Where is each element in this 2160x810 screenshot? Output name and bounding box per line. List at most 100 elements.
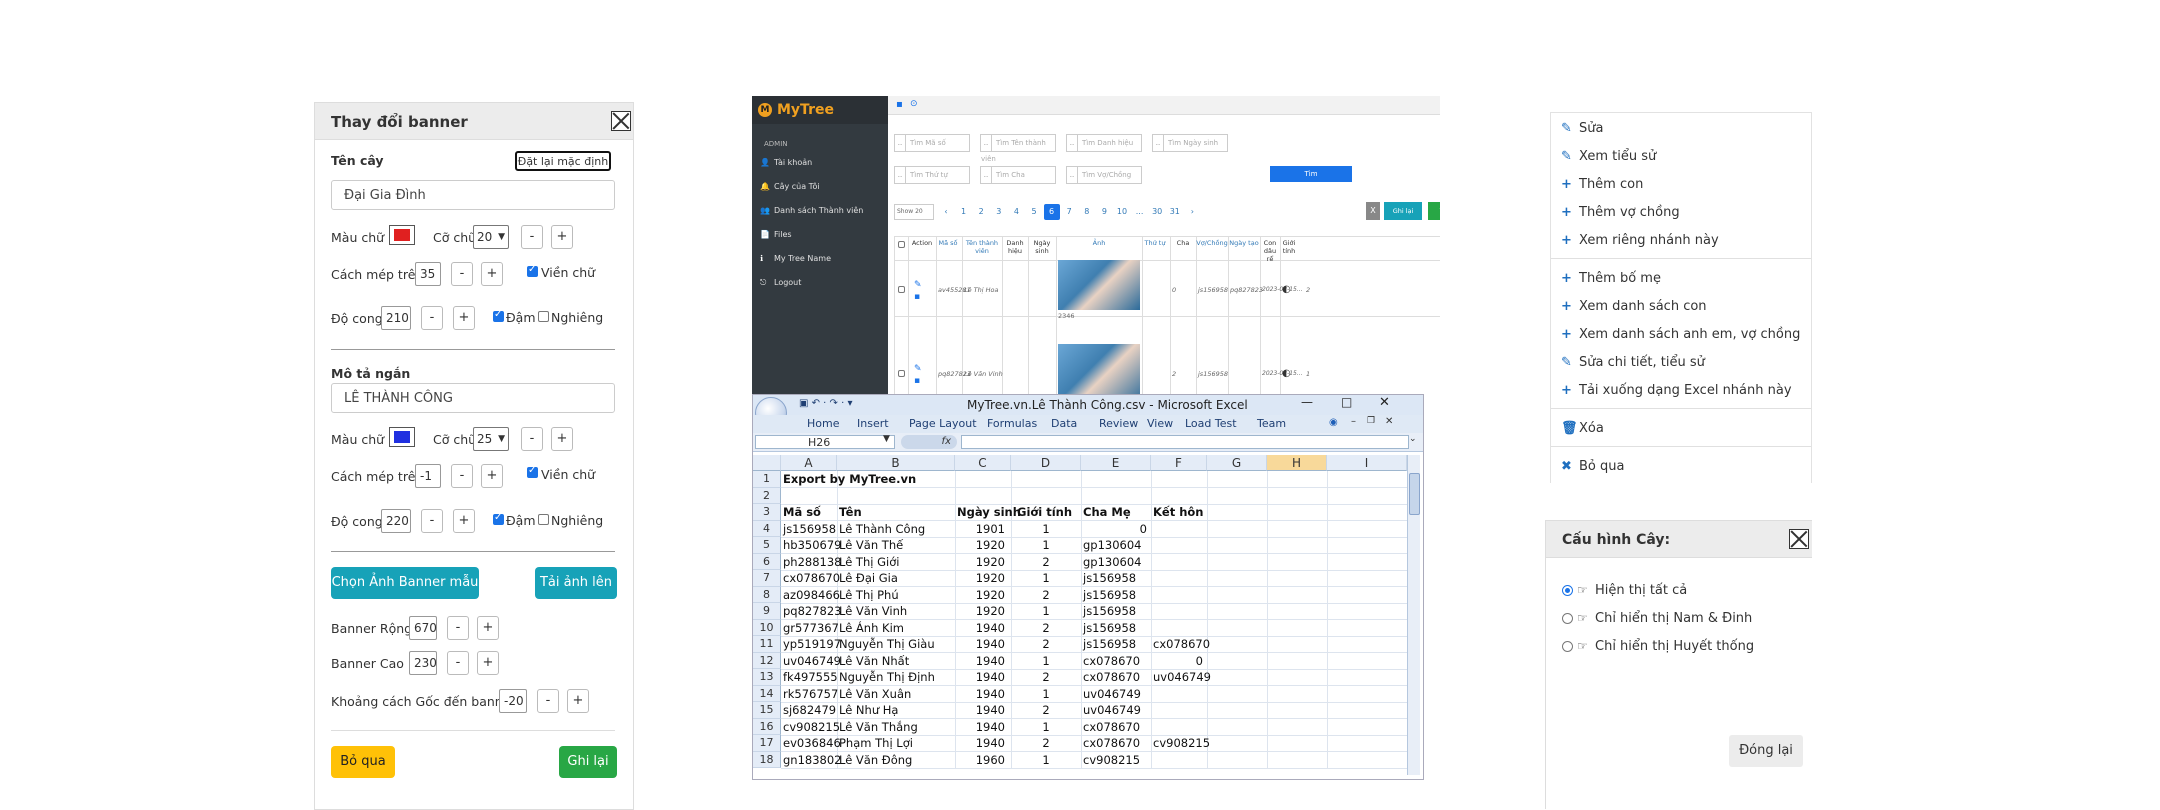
cell-c[interactable]: 1920 xyxy=(955,554,1005,570)
title-radius-input[interactable]: 210 xyxy=(381,306,411,330)
cancel-button[interactable]: Bỏ qua xyxy=(331,746,395,778)
cell-c[interactable]: 1920 xyxy=(955,570,1005,586)
menu-item[interactable]: + Xem danh sách con xyxy=(1561,299,1707,314)
banner-width-minus-button[interactable]: - xyxy=(447,616,469,640)
title-radius-minus-button[interactable]: - xyxy=(421,306,443,330)
corner-cell[interactable] xyxy=(753,455,781,471)
row-header[interactable]: 18 xyxy=(753,751,781,768)
banner-height-minus-button[interactable]: - xyxy=(447,651,469,675)
desc-radius-input[interactable]: 220 xyxy=(381,509,411,533)
column-header[interactable]: Danh hiệu xyxy=(1002,239,1028,255)
title-top-plus-button[interactable]: + xyxy=(481,262,503,286)
ribbon-restore-icon[interactable]: ❐ xyxy=(1367,416,1375,426)
cell-a[interactable]: fk497555 xyxy=(783,669,838,685)
cell-c[interactable]: 1940 xyxy=(955,620,1005,636)
title-outline-checkbox[interactable] xyxy=(527,264,538,277)
column-header[interactable]: Ảnh xyxy=(1056,239,1142,247)
cell-a[interactable]: Export by MyTree.vn xyxy=(783,471,916,487)
row-header[interactable]: 16 xyxy=(753,718,781,735)
close-icon[interactable] xyxy=(1789,529,1809,549)
column-header[interactable]: Ngày tạo xyxy=(1228,239,1260,247)
page-link[interactable]: ‹ xyxy=(938,204,954,220)
maximize-icon[interactable]: □ xyxy=(1341,395,1352,409)
display-option-radio[interactable] xyxy=(1562,585,1573,596)
banner-height-plus-button[interactable]: + xyxy=(477,651,499,675)
cell-a[interactable]: rk576757 xyxy=(783,686,838,702)
cell-d[interactable]: 2 xyxy=(1011,735,1081,751)
page-link[interactable]: 3 xyxy=(991,204,1007,220)
save-button[interactable]: Ghi lại xyxy=(559,746,617,778)
cell-c[interactable]: 1940 xyxy=(955,669,1005,685)
menu-item[interactable]: ✎ Sửa xyxy=(1561,121,1603,136)
search-button[interactable]: Tìm xyxy=(1270,166,1352,182)
menu-item[interactable]: ✎ Sửa chi tiết, tiểu sử xyxy=(1561,355,1705,370)
menu-item[interactable]: + Thêm con xyxy=(1561,177,1643,192)
cell-b[interactable]: Nguyễn Thị Giàu xyxy=(839,636,935,652)
column-header[interactable]: B xyxy=(837,455,955,471)
menu-item[interactable]: ✎ Xem tiểu sử xyxy=(1561,149,1656,164)
menu-item[interactable]: 🗑Xóa xyxy=(1561,421,1604,436)
cell-c[interactable]: 1920 xyxy=(955,537,1005,553)
cell-a[interactable]: ph288138 xyxy=(783,554,842,570)
cell-a[interactable]: cv908215 xyxy=(783,719,840,735)
cell-b[interactable]: Lê Văn Thế xyxy=(839,537,903,553)
page-link[interactable]: 2 xyxy=(973,204,989,220)
filter-input[interactable]: .. Tìm Cha xyxy=(980,166,1056,184)
ribbon-tab[interactable]: Page Layout xyxy=(909,417,977,430)
toggle-icon[interactable]: ◐ xyxy=(1282,284,1291,295)
cell-f[interactable]: Kết hôn xyxy=(1153,504,1204,520)
page-size-select[interactable]: Show 20 xyxy=(894,204,934,220)
filter-input[interactable]: .. Tìm Thứ tự xyxy=(894,166,970,184)
cell-d[interactable]: 2 xyxy=(1011,669,1081,685)
cell-a[interactable]: yp519197 xyxy=(783,636,841,652)
cell-f[interactable]: 0 xyxy=(1151,653,1203,669)
save-icon[interactable]: ▪ xyxy=(914,292,920,302)
cell-e[interactable]: js156958 xyxy=(1083,636,1136,652)
row-header[interactable]: 12 xyxy=(753,652,781,669)
cell-b[interactable]: Lê Ánh Kim xyxy=(839,620,904,636)
ribbon-tab[interactable]: Team xyxy=(1257,417,1286,430)
close-dialog-button[interactable]: Đóng lại xyxy=(1729,735,1803,767)
cell-e[interactable]: js156958 xyxy=(1083,620,1136,636)
column-header[interactable]: F xyxy=(1151,455,1207,471)
save-button[interactable]: Ghi lại xyxy=(1384,202,1422,220)
cell-b[interactable]: Nguyễn Thị Định xyxy=(839,669,935,685)
expand-icon[interactable]: ⌄ xyxy=(1409,434,1417,444)
desc-radius-plus-button[interactable]: + xyxy=(453,509,475,533)
row-header[interactable]: 13 xyxy=(753,669,781,686)
row-header[interactable]: 17 xyxy=(753,735,781,752)
title-top-minus-button[interactable]: - xyxy=(451,262,473,286)
column-header[interactable]: D xyxy=(1011,455,1081,471)
column-header[interactable]: G xyxy=(1207,455,1267,471)
sidebar-item[interactable]: ⎋ Logout xyxy=(760,278,801,288)
menu-item[interactable]: ✖ Bỏ qua xyxy=(1561,459,1624,474)
desc-bold-checkbox[interactable] xyxy=(493,512,504,525)
title-color-picker[interactable] xyxy=(389,225,415,245)
page-link[interactable]: 30 xyxy=(1149,204,1165,220)
ribbon-tab[interactable]: Home xyxy=(807,417,839,430)
scroll-thumb[interactable] xyxy=(1409,473,1420,515)
desc-top-plus-button[interactable]: + xyxy=(481,464,503,488)
cell-f[interactable]: cx078670 xyxy=(1153,636,1210,652)
banner-height-input[interactable]: 230 xyxy=(409,651,437,675)
cell-f[interactable]: cv908215 xyxy=(1153,735,1210,751)
desc-size-plus-button[interactable]: + xyxy=(551,427,573,451)
ribbon-tab[interactable]: Load Test xyxy=(1185,417,1237,430)
cell-a[interactable]: gn183802 xyxy=(783,752,842,768)
cell-c[interactable]: 1940 xyxy=(955,636,1005,652)
desc-color-picker[interactable] xyxy=(389,427,415,447)
row-checkbox[interactable] xyxy=(898,286,905,293)
cell-e[interactable]: js156958 xyxy=(1083,587,1136,603)
column-header[interactable]: Cha xyxy=(1170,239,1196,247)
formula-input[interactable] xyxy=(961,435,1409,449)
cell-d[interactable]: 1 xyxy=(1011,719,1081,735)
cell-b[interactable]: Lê Thị Phú xyxy=(839,587,899,603)
ribbon-tab[interactable]: View xyxy=(1147,417,1173,430)
row-header[interactable]: 4 xyxy=(753,520,781,537)
banner-width-input[interactable]: 670 xyxy=(409,616,437,640)
select-all-checkbox[interactable] xyxy=(898,241,905,248)
ribbon-close-icon[interactable]: ✕ xyxy=(1385,416,1393,427)
row-header[interactable]: 14 xyxy=(753,685,781,702)
cell-d[interactable]: 1 xyxy=(1011,537,1081,553)
sidebar-item[interactable]: 📄 Files xyxy=(760,230,792,239)
